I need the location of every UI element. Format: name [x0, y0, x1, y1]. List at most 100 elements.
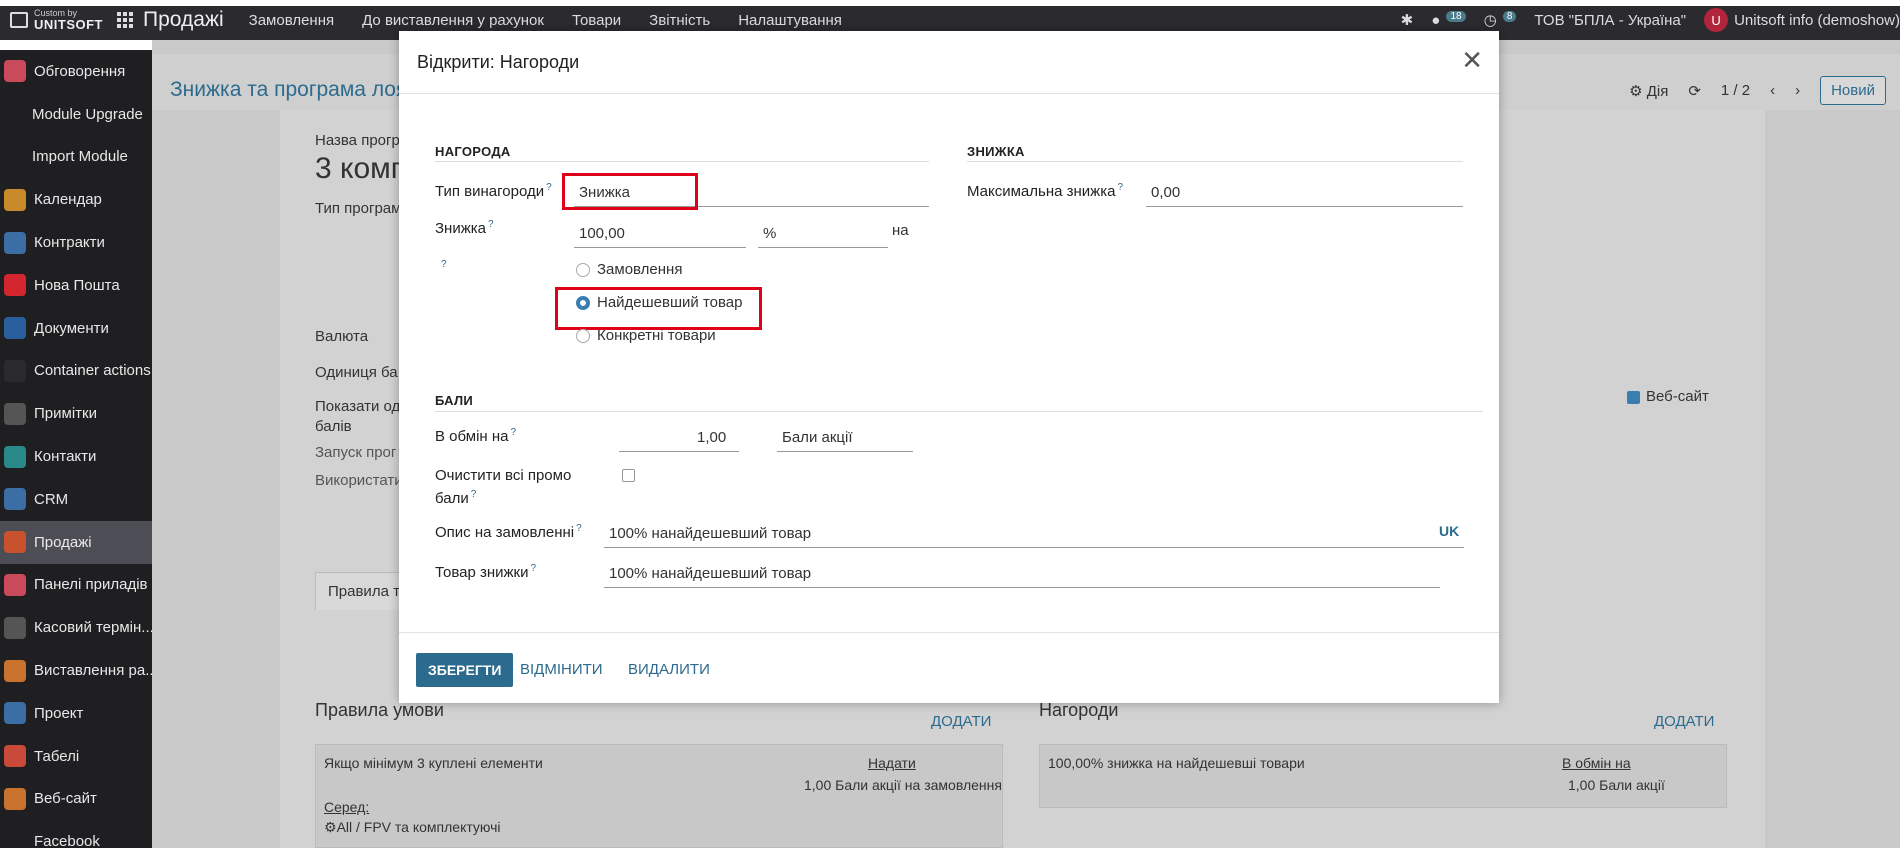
sidebar-item[interactable]: Нова Пошта — [0, 264, 152, 307]
sidebar-item[interactable]: Module Upgrade — [0, 93, 152, 136]
pager-value[interactable]: 1 / 2 — [1721, 82, 1750, 99]
exchange-value[interactable]: 1,00 — [697, 429, 726, 446]
program-name-value[interactable]: 3 комп — [315, 152, 407, 186]
cancel-button[interactable]: ВІДМІНИТИ — [520, 661, 603, 678]
sidebar-item-label: Module Upgrade — [32, 105, 143, 123]
sidebar-item[interactable]: Обговорення — [0, 50, 152, 93]
max-discount-value[interactable]: 0,00 — [1151, 184, 1180, 201]
pager-next-icon[interactable]: › — [1795, 82, 1800, 99]
menu-settings[interactable]: Налаштування — [738, 12, 842, 29]
discount-product-value[interactable]: 100% нанайдешевший товар — [609, 565, 811, 582]
sidebar-item[interactable]: Продажі — [0, 520, 152, 564]
sidebar-item[interactable]: Веб-сайт — [0, 778, 152, 821]
company-switcher[interactable]: ТОВ "БПЛА - Україна" — [1534, 12, 1686, 29]
action-menu[interactable]: ⚙ Дія — [1629, 82, 1668, 100]
rule-category: ⚙All / FPV та комплектуючі — [324, 819, 501, 836]
menu-orders[interactable]: Замовлення — [249, 12, 334, 29]
exchange-label-text: В обмін на — [435, 428, 509, 445]
app-name[interactable]: Продажі — [143, 8, 224, 32]
menu-to-invoice[interactable]: До виставлення у рахунок — [362, 12, 544, 29]
rule-among: Серед: — [324, 799, 370, 815]
discount-unit-select[interactable]: % — [763, 225, 776, 242]
project-icon — [4, 702, 26, 725]
sidebar-item[interactable]: CRM — [0, 478, 152, 521]
discount-product-label: Товар знижки? — [435, 563, 536, 581]
rewards-dialog: Відкрити: Нагороди ✕ НАГОРОДА ЗНИЖКА Тип… — [399, 31, 1499, 703]
documents-icon — [4, 317, 26, 340]
nova-poshta-icon — [4, 274, 26, 297]
apps-grid-icon[interactable] — [117, 12, 133, 28]
sidebar-item[interactable]: Панелі приладів — [0, 564, 152, 607]
order-desc-value[interactable]: 100% нанайдешевший товар — [609, 525, 811, 542]
sidebar-item[interactable]: Контракти — [0, 221, 152, 264]
user-menu[interactable]: U Unitsoft info (demoshow) — [1704, 8, 1900, 32]
highlight-box — [555, 287, 762, 330]
rules-add-button[interactable]: ДОДАТИ — [931, 713, 991, 730]
radio-specific[interactable] — [576, 329, 590, 343]
dialog-title: Відкрити: Нагороди — [417, 51, 580, 72]
pager-prev-icon[interactable]: ‹ — [1770, 82, 1775, 99]
help-icon[interactable]: ? — [471, 489, 477, 500]
sidebar-item[interactable]: Документи — [0, 307, 152, 350]
sidebar-item[interactable]: Container actions — [0, 350, 152, 393]
dialog-footer: ЗБЕРЕГТИ ВІДМІНИТИ ВИДАЛИТИ — [399, 632, 1499, 703]
help-icon[interactable]: ? — [441, 259, 447, 270]
sidebar-item[interactable]: Контакти — [0, 435, 152, 478]
discount-product-label-text: Товар знижки — [435, 564, 529, 581]
menu-reporting[interactable]: Звітність — [649, 12, 710, 29]
help-icon[interactable]: ? — [1117, 182, 1123, 193]
contacts-icon — [4, 445, 26, 468]
help-icon[interactable]: ? — [546, 182, 552, 193]
avatar: U — [1704, 8, 1729, 32]
language-button[interactable]: UK — [1439, 523, 1459, 539]
website-checkbox[interactable] — [1627, 391, 1640, 404]
reward-type-label: Тип винагороди? — [435, 182, 552, 200]
reward-card[interactable]: 100,00% знижка на найдешевші товари В об… — [1039, 744, 1727, 808]
breadcrumb[interactable]: Знижка та програма лоя — [170, 78, 407, 102]
help-icon[interactable]: ? — [531, 563, 537, 574]
help-icon[interactable]: ? — [488, 219, 494, 230]
help-icon[interactable]: ? — [576, 523, 582, 534]
rule-card[interactable]: Якщо мінімум 3 куплені елементи Надати 1… — [315, 744, 1003, 848]
sidebar-item[interactable]: Касовий термін... — [0, 606, 152, 649]
sidebar-item[interactable]: Проект — [0, 692, 152, 735]
chat-count-badge: 18 — [1446, 10, 1466, 22]
sidebar-item[interactable]: Табелі — [0, 735, 152, 778]
reward-type-label-text: Тип винагороди — [435, 183, 545, 200]
rewards-add-button[interactable]: ДОДАТИ — [1654, 713, 1714, 730]
radio-specific-label[interactable]: Конкретні товари — [597, 327, 716, 344]
sidebar-item[interactable]: Примітки — [0, 392, 152, 435]
chat-icon[interactable]: ● 18 — [1431, 10, 1466, 29]
sidebar-item-label: Документи — [34, 319, 109, 337]
save-button[interactable]: ЗБЕРЕГТИ — [416, 653, 514, 687]
sidebar-item-label: CRM — [34, 490, 69, 508]
crm-icon — [4, 488, 26, 511]
launch-label: Запуск прог — [315, 444, 397, 461]
sidebar-item[interactable]: Календар — [0, 178, 152, 221]
clear-points-label-2: бали? — [435, 489, 476, 507]
activity-clock-icon[interactable]: ◷ 8 — [1484, 11, 1517, 29]
menu-products[interactable]: Товари — [572, 12, 621, 29]
discount-value-underline — [574, 247, 746, 248]
help-icon[interactable]: ? — [511, 427, 517, 438]
new-button[interactable]: Новий — [1820, 76, 1886, 105]
bug-icon[interactable]: ✱ — [1401, 11, 1414, 29]
sidebar-item-label: Обговорення — [34, 62, 126, 80]
delete-button[interactable]: ВИДАЛИТИ — [628, 661, 710, 678]
unit-label: Одиниця ба — [315, 364, 398, 381]
sidebar-item[interactable]: Виставлення ра... — [0, 649, 152, 692]
discount-value[interactable]: 100,00 — [579, 225, 625, 242]
close-icon[interactable]: ✕ — [1461, 47, 1483, 73]
clear-points-checkbox[interactable] — [622, 469, 635, 482]
refresh-icon[interactable]: ⟳ — [1688, 82, 1701, 100]
sidebar-item[interactable]: Import Module — [0, 136, 152, 179]
calendar-icon — [4, 188, 26, 211]
radio-order[interactable] — [576, 263, 590, 277]
sidebar-item[interactable]: Facebook — [0, 820, 152, 848]
rule-grant: Надати — [868, 755, 916, 771]
brand-logo[interactable]: Custom by UNITSOFT — [0, 9, 105, 31]
sidebar-item-label: Facebook — [34, 833, 100, 848]
sidebar-item-label: Календар — [34, 191, 102, 209]
radio-order-label[interactable]: Замовлення — [597, 261, 682, 278]
sidebar-item-label: Нова Пошта — [34, 276, 120, 294]
